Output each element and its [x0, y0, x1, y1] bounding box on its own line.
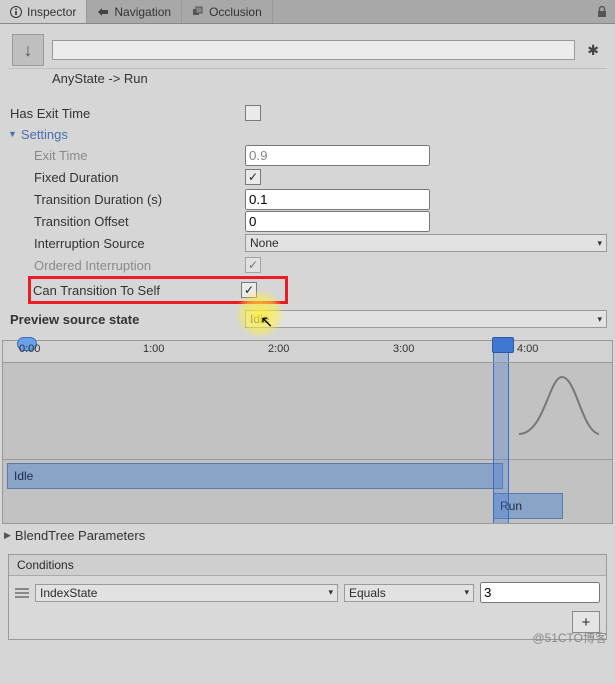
- label-fixed-duration: Fixed Duration: [10, 170, 245, 185]
- row-exit-time: Exit Time: [8, 144, 607, 166]
- row-ordered-interruption: Ordered Interruption: [8, 254, 607, 276]
- transition-name-input[interactable]: [52, 40, 575, 60]
- chevron-updown-icon: ▾: [597, 238, 602, 249]
- tab-navigation[interactable]: Navigation: [87, 0, 182, 23]
- occlusion-icon: [192, 6, 204, 18]
- gear-icon[interactable]: ✱: [583, 42, 603, 59]
- timeline-body[interactable]: Idle Run: [3, 363, 612, 523]
- transition-curve: [514, 369, 604, 439]
- timeline-ruler[interactable]: 0:00 1:00 2:00 3:00 4:00: [3, 341, 612, 363]
- chevron-updown-icon: ▾: [597, 314, 602, 325]
- foldout-blendtree-params[interactable]: ▶ BlendTree Parameters: [0, 524, 615, 546]
- row-transition-duration: Transition Duration (s): [8, 188, 607, 210]
- row-interruption-source: Interruption Source None ▾: [8, 232, 607, 254]
- clip-idle[interactable]: Idle: [7, 463, 503, 489]
- timeline-playhead[interactable]: [493, 341, 509, 362]
- tab-occlusion[interactable]: Occlusion: [182, 0, 273, 23]
- chevron-updown-icon: ▾: [464, 587, 469, 598]
- tab-inspector-label: Inspector: [27, 5, 76, 19]
- dropdown-interruption-source[interactable]: None ▾: [245, 234, 607, 252]
- plus-icon: +: [582, 614, 591, 631]
- checkbox-ordered-interruption: [245, 257, 261, 273]
- checkbox-fixed-duration[interactable]: [245, 169, 261, 185]
- condition-comparator-value: Equals: [349, 586, 386, 600]
- tab-occlusion-label: Occlusion: [209, 5, 262, 19]
- input-condition-value[interactable]: [480, 582, 600, 603]
- dropdown-preview-value: Idle: [250, 312, 269, 326]
- tab-inspector[interactable]: Inspector: [0, 0, 87, 23]
- conditions-header: Conditions: [9, 555, 606, 576]
- input-transition-offset[interactable]: [245, 211, 430, 232]
- ruler-tick: 3:00: [393, 343, 414, 355]
- tab-bar: Inspector Navigation Occlusion: [0, 0, 615, 24]
- label-ordered-interruption: Ordered Interruption: [10, 258, 245, 273]
- transition-icon: [12, 34, 44, 66]
- drag-handle-icon[interactable]: [15, 586, 29, 600]
- conditions-list: Conditions IndexState ▾ Equals ▾ +: [8, 554, 607, 640]
- label-transition-duration: Transition Duration (s): [10, 192, 245, 207]
- ruler-tick: 0:00: [19, 343, 40, 355]
- label-interruption-source: Interruption Source: [10, 236, 245, 251]
- condition-row: IndexState ▾ Equals ▾: [9, 576, 606, 609]
- settings-label: Settings: [21, 127, 68, 142]
- panel-lock[interactable]: [589, 0, 615, 23]
- chevron-right-icon: ▶: [4, 530, 11, 541]
- transition-header: ✱ AnyState -> Run: [0, 24, 615, 98]
- label-can-transition-to-self: Can Transition To Self: [33, 283, 241, 298]
- transition-timeline[interactable]: 0:00 1:00 2:00 3:00 4:00 Idle Run: [2, 340, 613, 524]
- timeline-playhead-body[interactable]: [493, 363, 509, 523]
- playhead-knob-icon: [492, 337, 514, 353]
- foldout-settings[interactable]: ▼ Settings: [8, 124, 607, 144]
- properties-panel: Has Exit Time ▼ Settings Exit Time Fixed…: [0, 98, 615, 334]
- label-has-exit-time: Has Exit Time: [10, 106, 245, 121]
- dropdown-condition-param[interactable]: IndexState ▾: [35, 584, 338, 602]
- ruler-tick: 4:00: [517, 343, 538, 355]
- row-fixed-duration: Fixed Duration: [8, 166, 607, 188]
- transition-subtitle: AnyState -> Run: [8, 69, 607, 94]
- label-transition-offset: Transition Offset: [10, 214, 245, 229]
- info-icon: [10, 6, 22, 18]
- input-transition-duration[interactable]: [245, 189, 430, 210]
- row-transition-offset: Transition Offset: [8, 210, 607, 232]
- label-preview-source-state: Preview source state: [10, 312, 245, 327]
- input-exit-time[interactable]: [245, 145, 430, 166]
- dropdown-condition-comparator[interactable]: Equals ▾: [344, 584, 474, 602]
- ruler-tick: 1:00: [143, 343, 164, 355]
- ruler-tick: 2:00: [268, 343, 289, 355]
- chevron-updown-icon: ▾: [328, 587, 333, 598]
- chevron-down-icon: ▼: [8, 129, 17, 139]
- tab-navigation-label: Navigation: [114, 5, 171, 19]
- dropdown-preview-source-state[interactable]: Idle ▾: [245, 310, 607, 328]
- dropdown-interruption-value: None: [250, 236, 279, 250]
- watermark: @51CTO博客: [532, 629, 607, 646]
- navigation-icon: [97, 6, 109, 18]
- row-has-exit-time: Has Exit Time: [8, 102, 607, 124]
- row-can-transition-to-self: Can Transition To Self: [33, 280, 283, 300]
- lock-icon: [597, 6, 607, 18]
- label-exit-time: Exit Time: [10, 148, 245, 163]
- blendtree-label: BlendTree Parameters: [15, 528, 145, 543]
- checkbox-can-transition-to-self[interactable]: [241, 282, 257, 298]
- row-preview-source-state: Preview source state Idle ▾: [8, 308, 607, 330]
- condition-param-value: IndexState: [40, 586, 97, 600]
- checkbox-has-exit-time[interactable]: [245, 105, 261, 121]
- highlight-box: Can Transition To Self: [28, 276, 288, 304]
